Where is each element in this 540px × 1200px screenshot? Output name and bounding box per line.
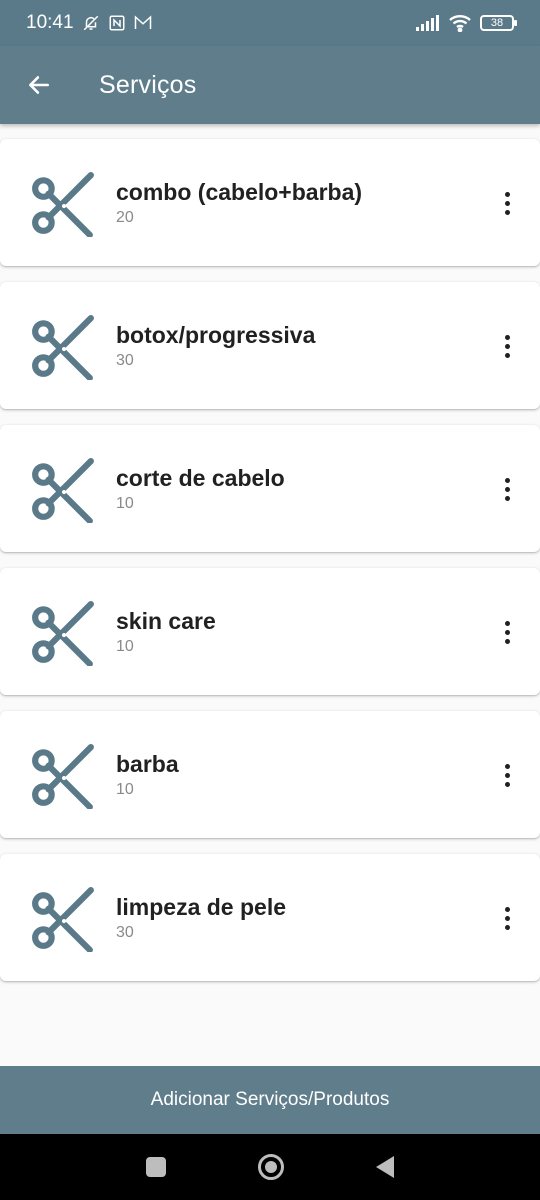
service-name: botox/progressiva xyxy=(116,322,316,348)
scissors-icon xyxy=(30,171,96,239)
more-vert-icon-dot xyxy=(504,638,510,644)
notifications-off-icon xyxy=(83,15,98,31)
service-name: corte de cabelo xyxy=(116,465,285,491)
scissors-icon xyxy=(30,743,96,811)
more-vert-icon-dot xyxy=(504,772,510,778)
more-options-button[interactable] xyxy=(492,326,522,366)
service-name: barba xyxy=(116,751,179,777)
more-vert-icon-dot xyxy=(504,495,510,501)
service-value: 10 xyxy=(116,638,134,655)
more-vert-icon-dot xyxy=(504,200,510,206)
service-name: limpeza de pele xyxy=(116,894,287,920)
scissors-icon xyxy=(30,457,96,525)
service-card[interactable]: barba 10 xyxy=(0,711,540,838)
service-name: skin care xyxy=(116,608,216,634)
more-vert-icon-dot xyxy=(504,191,510,197)
service-card[interactable]: skin care 10 xyxy=(0,568,540,695)
more-vert-icon-dot xyxy=(504,343,510,349)
recent-apps-button[interactable] xyxy=(146,1157,166,1177)
nfc-icon xyxy=(109,15,125,31)
more-vert-icon-dot xyxy=(504,781,510,787)
service-card[interactable]: botox/progressiva 30 xyxy=(0,282,540,409)
service-value: 20 xyxy=(116,209,134,226)
more-options-button[interactable] xyxy=(492,898,522,938)
more-vert-icon-dot xyxy=(504,486,510,492)
status-right: 38 xyxy=(416,14,517,32)
more-options-button[interactable] xyxy=(492,469,522,509)
service-value: 10 xyxy=(116,495,134,512)
more-vert-icon-dot xyxy=(504,334,510,340)
more-options-button[interactable] xyxy=(492,612,522,652)
service-card[interactable]: corte de cabelo 10 xyxy=(0,425,540,552)
service-list: combo (cabelo+barba) 20 botox/progressiv… xyxy=(0,139,540,997)
add-services-button[interactable]: Adicionar Serviços/Produtos xyxy=(0,1066,540,1134)
service-value: 30 xyxy=(116,924,134,941)
service-value: 10 xyxy=(116,781,134,798)
app-bar: Serviços xyxy=(0,46,540,124)
service-value: 30 xyxy=(116,352,134,369)
more-vert-icon-dot xyxy=(504,209,510,215)
wifi-icon xyxy=(449,15,471,32)
page-title: Serviços xyxy=(99,70,197,99)
battery-icon: 38 xyxy=(480,15,517,31)
nav-back-button[interactable] xyxy=(376,1156,394,1178)
more-vert-icon-dot xyxy=(504,629,510,635)
more-vert-icon-dot xyxy=(504,763,510,769)
more-vert-icon-dot xyxy=(504,924,510,930)
more-options-button[interactable] xyxy=(492,183,522,223)
more-vert-icon-dot xyxy=(504,477,510,483)
scissors-icon xyxy=(30,600,96,668)
more-vert-icon-dot xyxy=(504,915,510,921)
status-left: 10:41 xyxy=(26,12,152,34)
status-time: 10:41 xyxy=(26,12,74,33)
mail-icon xyxy=(134,15,151,29)
back-button[interactable] xyxy=(0,46,78,124)
more-options-button[interactable] xyxy=(492,755,522,795)
more-vert-icon-dot xyxy=(504,352,510,358)
more-vert-icon-dot xyxy=(504,906,510,912)
service-name: combo (cabelo+barba) xyxy=(116,179,363,205)
scissors-icon xyxy=(30,314,96,382)
scissors-icon xyxy=(30,886,96,954)
arrow-back-icon xyxy=(29,76,49,94)
home-button[interactable] xyxy=(258,1154,284,1180)
signal-icon xyxy=(416,15,439,31)
service-card[interactable]: combo (cabelo+barba) 20 xyxy=(0,139,540,266)
more-vert-icon-dot xyxy=(504,620,510,626)
status-bar: 10:41 38 xyxy=(0,0,540,46)
system-nav-bar xyxy=(0,1134,540,1200)
service-card[interactable]: limpeza de pele 30 xyxy=(0,854,540,981)
